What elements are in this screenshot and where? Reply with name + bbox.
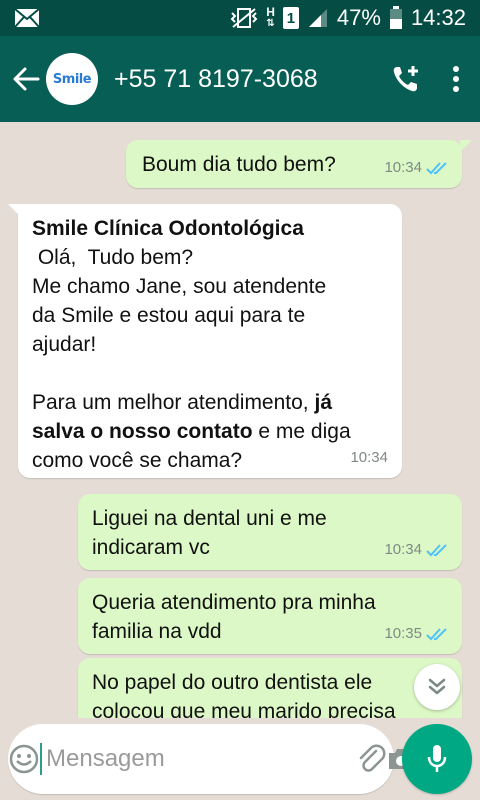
emoji-button[interactable] [8,724,40,794]
message-time: 10:34 [350,449,388,466]
message-text: Queria atendimento pra minha familia na … [92,591,376,643]
avatar-logo-text: Smile [52,71,92,87]
attach-button[interactable] [356,724,386,794]
sender-name: Smile Clínica Odontológica [32,217,304,240]
battery-percent: 47% [336,5,381,30]
message-paragraph: Para um melhor atendimento, já salva o n… [32,388,372,475]
battery-icon [389,6,403,30]
compose-bar [0,718,480,800]
message-meta: 10:34 [384,535,448,564]
bubble-tail [460,140,472,152]
status-bar: H ⇅ 1 47% 14:32 [0,0,480,36]
message-bubble-outgoing[interactable]: Liguei na dental uni e me indicaram vc 1… [78,494,462,570]
microphone-icon [427,745,447,772]
message-line: Olá, Tudo bem? [32,246,194,269]
network-type-icon: H ⇅ [266,5,275,29]
scroll-to-bottom-button[interactable] [414,664,460,710]
sim-slot-label: 1 [286,9,296,27]
message-field-container [8,724,413,794]
network-type-label: H [266,5,275,19]
message-bubble-outgoing[interactable]: Boum dia tudo bem? 10:34 [126,140,472,188]
vibrate-icon [230,7,258,29]
message-bubble-outgoing[interactable]: Queria atendimento pra minha familia na … [78,578,462,654]
message-line: Me chamo Jane, sou atendente [32,275,327,298]
message-time: 10:35 [384,625,422,642]
clock: 14:32 [410,5,466,30]
emoji-icon [9,744,39,774]
contact-name[interactable]: +55 71 8197-3068 [114,65,380,94]
message-input[interactable] [40,743,356,775]
message-text: Liguei na dental uni e me indicaram vc [92,507,327,559]
message-line: ajudar! [32,333,97,356]
message-bubble-outgoing[interactable]: No papel do outro dentista ele colocou q… [78,658,462,718]
more-options-button[interactable] [432,36,480,122]
message-list[interactable]: Boum dia tudo bem? 10:34 Smile Clínica O… [0,122,480,718]
sim-slot-icon: 1 [282,7,299,29]
phone-plus-icon [393,66,418,92]
back-button[interactable] [4,36,48,122]
message-time: 10:34 [384,541,422,558]
more-vert-icon [453,66,459,92]
voice-message-button[interactable] [402,724,472,794]
message-meta: 10:35 [384,619,448,648]
arrow-left-icon [13,67,40,91]
double-chevron-down-icon [428,678,446,695]
read-ticks-icon [426,627,447,640]
message-text: No papel do outro dentista ele colocou q… [92,671,396,718]
message-text: Para um melhor atendimento, [32,391,315,414]
bubble-tail [8,204,20,216]
read-ticks-icon [426,161,447,174]
add-call-button[interactable] [380,36,432,122]
message-bubble-incoming[interactable]: Smile Clínica Odontológica Olá, Tudo bem… [8,204,402,478]
avatar[interactable]: Smile [46,53,98,105]
message-text: Boum dia tudo bem? [142,153,336,176]
read-ticks-icon [426,543,447,556]
mail-notification-icon [14,8,40,28]
chat-header: Smile +55 71 8197-3068 [0,36,480,122]
message-time: 10:34 [384,159,422,176]
signal-icon [307,7,329,29]
paperclip-icon [359,744,386,772]
message-line: da Smile e estou aqui para te [32,304,306,327]
message-meta: 10:34 [384,153,448,182]
